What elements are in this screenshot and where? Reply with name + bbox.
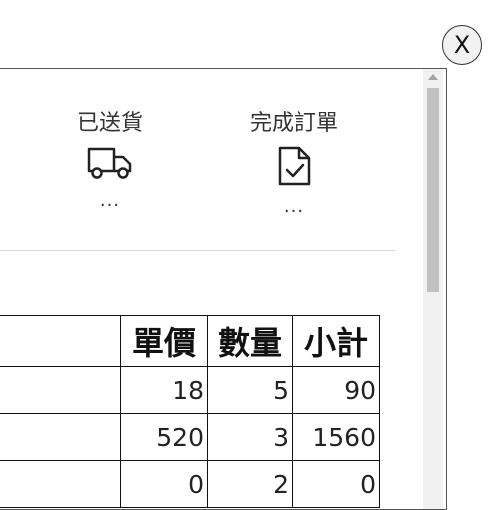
column-header-item — [0, 315, 121, 367]
order-dialog: 已送貨 ... 完成訂單 ... 單價 數量 小計 18 5 90 520 3 … — [0, 68, 447, 510]
cell-quantity: 3 — [207, 413, 293, 461]
cell-subtotal: 90 — [292, 366, 380, 414]
cell-unit-price: 18 — [120, 366, 208, 414]
truck-icon — [87, 147, 132, 179]
scrollbar-thumb[interactable] — [427, 88, 439, 292]
vertical-scrollbar[interactable] — [423, 69, 443, 509]
step-complete: 完成訂單 ... — [234, 105, 354, 217]
cell-unit-price: 0 — [120, 460, 208, 508]
section-divider — [0, 250, 395, 251]
step-shipped-label: 已送貨 — [76, 111, 143, 136]
step-complete-label: 完成訂單 — [249, 111, 338, 136]
table-row: 520 3 1560 — [0, 413, 380, 461]
table-header-row: 單價 數量 小計 — [0, 315, 380, 367]
cell-item — [0, 366, 121, 414]
step-complete-status: ... — [283, 196, 305, 217]
cell-quantity: 5 — [207, 366, 293, 414]
step-shipped: 已送貨 ... — [62, 105, 158, 211]
cell-subtotal: 1560 — [292, 413, 380, 461]
table-row: 0 2 0 — [0, 460, 380, 508]
column-header-unit-price: 單價 — [120, 315, 208, 367]
cell-item — [0, 460, 121, 508]
column-header-quantity: 數量 — [207, 315, 293, 367]
order-items-table: 單價 數量 小計 18 5 90 520 3 1560 0 2 0 — [0, 315, 380, 508]
close-button[interactable]: X — [442, 25, 482, 65]
close-icon: X — [453, 31, 471, 59]
step-shipped-status: ... — [99, 190, 121, 211]
cell-subtotal: 0 — [292, 460, 380, 508]
cell-unit-price: 520 — [120, 413, 208, 461]
cell-quantity: 2 — [207, 460, 293, 508]
table-row: 18 5 90 — [0, 366, 380, 414]
document-check-icon — [278, 146, 311, 186]
column-header-subtotal: 小計 — [292, 315, 380, 367]
scroll-up-arrow-icon[interactable] — [428, 74, 438, 80]
cell-item — [0, 413, 121, 461]
